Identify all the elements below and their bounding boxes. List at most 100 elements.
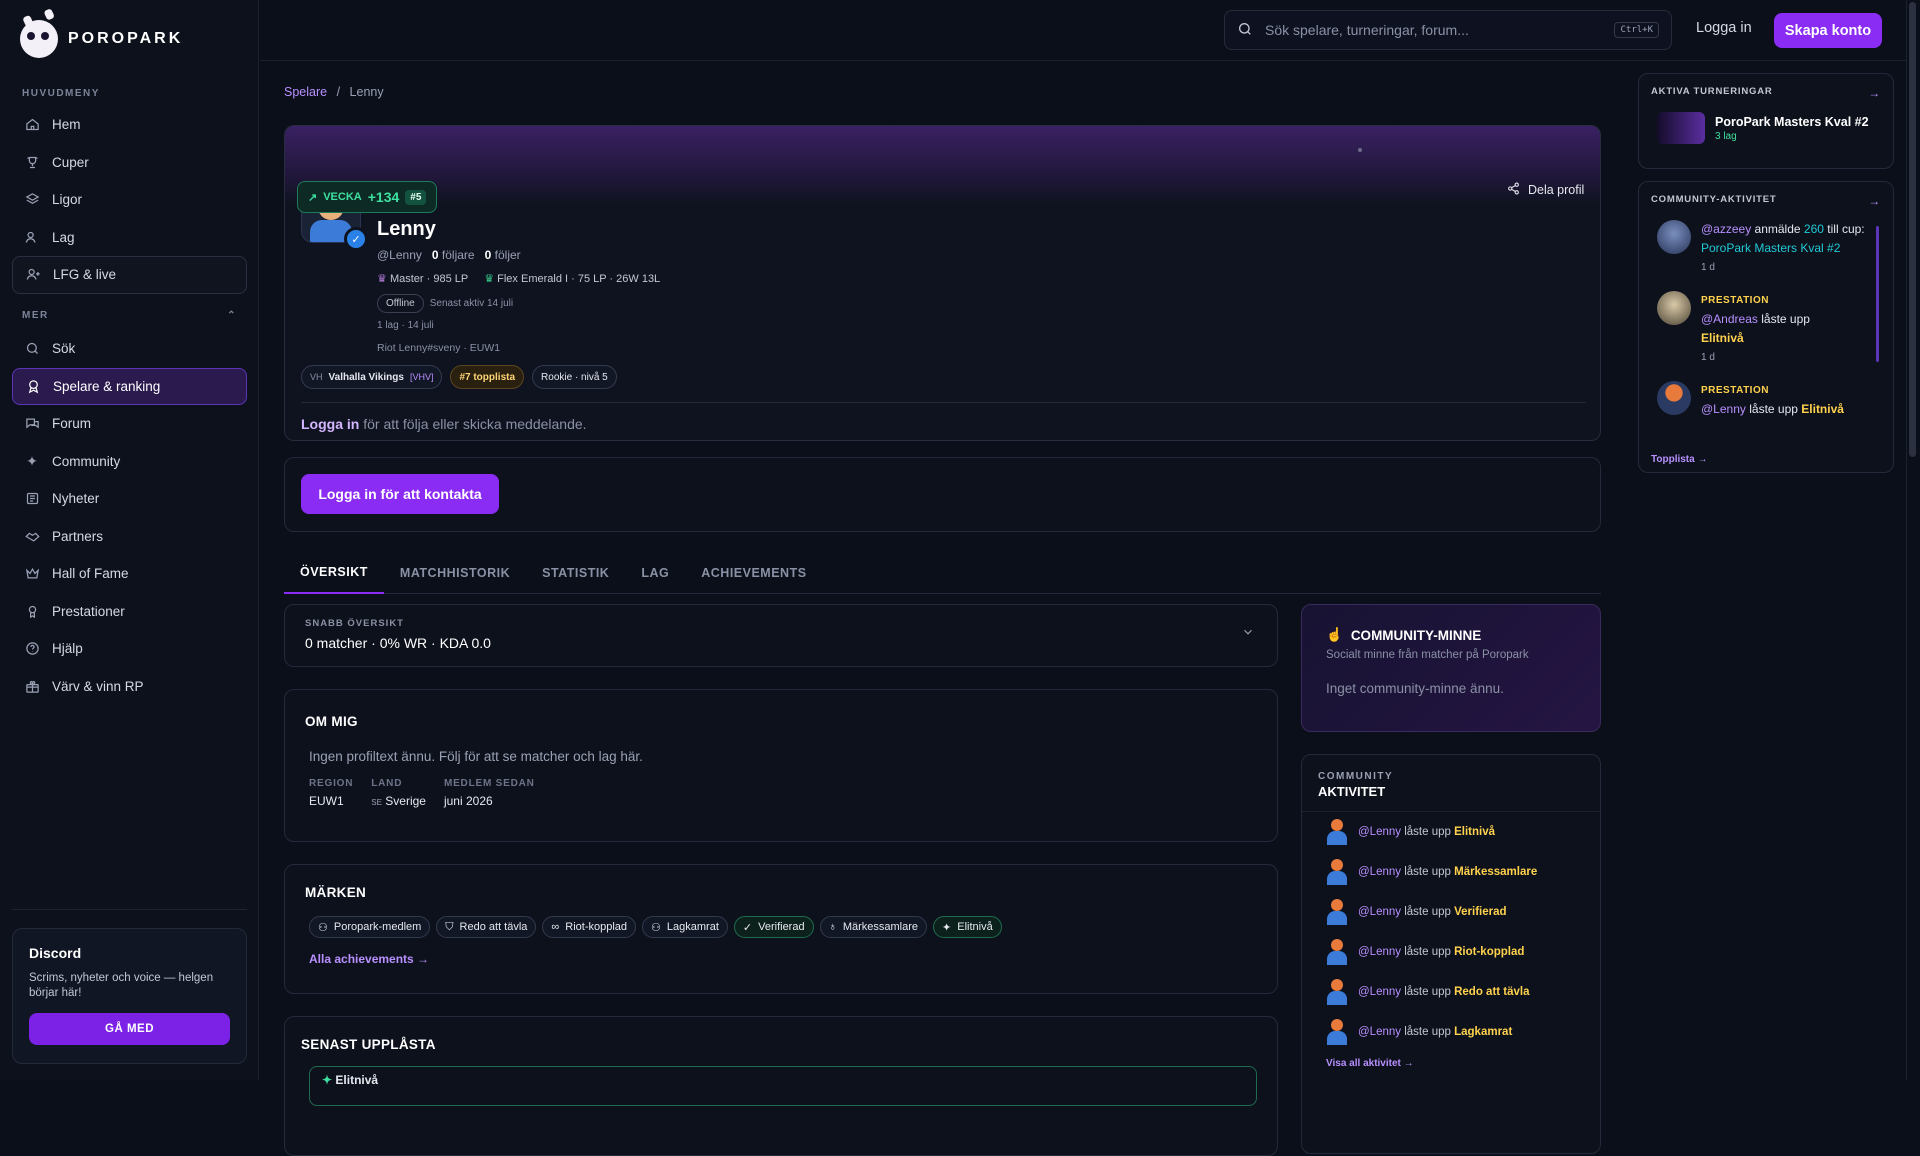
rank-row: ♛ Master · 985 LP ♛ Flex Emerald I · 75 … [377, 272, 660, 285]
teams-info: 1 lag · 14 juli [377, 320, 434, 331]
all-achievements-link[interactable]: Alla achievements → [309, 952, 429, 966]
login-link[interactable]: Logga in [1696, 20, 1752, 36]
login-to-contact-button[interactable]: Logga in för att kontakta [301, 474, 499, 514]
week-label: VECKA [323, 191, 362, 203]
sidebar-item-varv[interactable]: Värv & vinn RP [12, 668, 247, 706]
region-value: EUW1 [309, 794, 344, 808]
main-nav: Hem Cuper Ligor Lag LFG & live [12, 106, 247, 294]
about-card: OM MIG Ingen profiltext ännu. Följ för a… [284, 689, 1278, 842]
master-rank-icon: ♛ [377, 273, 387, 285]
more-section-toggle[interactable]: MER ⌃ [22, 310, 237, 321]
sidebar-item-cuper[interactable]: Cuper [12, 144, 247, 182]
quick-overview-value: 0 matcher · 0% WR · KDA 0.0 [305, 635, 491, 651]
community-activity-scrollbar[interactable] [1876, 226, 1879, 362]
sidebar-item-label: Värv & vinn RP [52, 678, 144, 694]
users-icon: ⚇ [651, 921, 661, 934]
list-item[interactable]: @Lenny låste upp Verifierad [1302, 892, 1600, 932]
recent-item[interactable]: ✦ Elitnivå [309, 1066, 1257, 1106]
list-item[interactable]: @Lenny låste upp Märkessamlare [1302, 852, 1600, 892]
create-account-button[interactable]: Skapa konto [1774, 13, 1882, 48]
tournament-item[interactable]: PoroPark Masters Kval #2 3 lag [1651, 112, 1881, 144]
sidebar-item-label: Spelare & ranking [53, 378, 161, 394]
sidebar-item-lfg[interactable]: LFG & live [12, 256, 247, 294]
activity-user[interactable]: @Andreas [1701, 312, 1758, 326]
trend-up-icon: ↗ [308, 191, 318, 204]
share-profile-button[interactable]: Dela profil [1507, 182, 1584, 198]
sidebar-item-lag[interactable]: Lag [12, 219, 247, 257]
arrow-right-icon[interactable]: → [1868, 194, 1881, 208]
activity-user[interactable]: @Lenny [1701, 402, 1746, 416]
activity-target: Redo att tävla [1454, 986, 1530, 998]
chevron-up-icon: ⌃ [227, 310, 237, 321]
see-all-activity-link[interactable]: Visa all aktivitet → [1302, 1052, 1600, 1075]
arrow-right-icon[interactable]: → [1868, 86, 1881, 100]
team-chip[interactable]: VH Valhalla Vikings [VHV] [301, 365, 443, 389]
quick-overview[interactable]: SNABB ÖVERSIKT 0 matcher · 0% WR · KDA 0… [284, 604, 1278, 667]
profile-divider [301, 402, 1586, 403]
following[interactable]: 0 följer [485, 248, 521, 262]
tab-achievements[interactable]: ACHIEVEMENTS [685, 551, 822, 594]
tab-oversikt[interactable]: ÖVERSIKT [284, 551, 384, 594]
activity-user[interactable]: @Lenny [1358, 906, 1401, 918]
week-points-badge: ↗ VECKA +134 #5 [297, 181, 438, 213]
list-item[interactable]: PRESTATION @Lenny låste upp Elitnivå [1651, 381, 1881, 419]
badge-item[interactable]: ⚇ Lagkamrat [642, 916, 728, 938]
activity-text: till cup: [1823, 222, 1865, 236]
user-plus-icon [25, 267, 41, 283]
list-item[interactable]: @Lenny låste upp Lagkamrat [1302, 1012, 1600, 1052]
badge-item[interactable]: ∞ Riot-kopplad [542, 916, 637, 938]
sidebar-item-hem[interactable]: Hem [12, 106, 247, 144]
sidebar-item-nyheter[interactable]: Nyheter [12, 480, 247, 518]
activity-user[interactable]: @azzeey [1701, 222, 1751, 236]
discord-join-button[interactable]: GÅ MED [29, 1013, 230, 1045]
list-item[interactable]: @Lenny låste upp Redo att tävla [1302, 972, 1600, 1012]
activity-verb: låste upp [1404, 826, 1451, 838]
followers[interactable]: 0 följare [432, 248, 475, 262]
sidebar-item-hjalp[interactable]: Hjälp [12, 630, 247, 668]
activity-user[interactable]: @Lenny [1358, 1026, 1401, 1038]
activity-text: anmälde [1751, 222, 1804, 236]
tab-matchhistorik[interactable]: MATCHHISTORIK [384, 551, 526, 594]
activity-user[interactable]: @Lenny [1358, 826, 1401, 838]
list-item[interactable]: @azzeey anmälde 260 till cup: PoroPark M… [1651, 220, 1881, 277]
list-item[interactable]: @Lenny låste upp Elitnivå [1302, 812, 1600, 852]
search-input[interactable]: Sök spelare, turneringar, forum... Ctrl+… [1224, 10, 1672, 50]
avatar [1657, 220, 1691, 254]
sidebar-item-label: Ligor [52, 192, 83, 208]
sidebar-item-partners[interactable]: Partners [12, 518, 247, 556]
sidebar-item-label: Cuper [52, 154, 89, 170]
list-item[interactable]: @Lenny låste upp Riot-kopplad [1302, 932, 1600, 972]
badge-item[interactable]: ✦ Elitnivå [933, 916, 1002, 938]
sidebar-item-spelare[interactable]: Spelare & ranking [12, 367, 247, 405]
tab-lag[interactable]: LAG [625, 551, 685, 594]
activity-user[interactable]: @Lenny [1358, 986, 1401, 998]
activity-target[interactable]: PoroPark Masters Kval #2 [1701, 241, 1840, 255]
chevron-down-icon [1241, 625, 1255, 642]
breadcrumb-parent[interactable]: Spelare [284, 85, 327, 99]
badge-item[interactable]: ♁ Märkessamlare [819, 916, 928, 938]
list-item[interactable]: PRESTATION @Andreas låste upp Elitnivå 1 d [1651, 291, 1881, 367]
sidebar-item-hall-of-fame[interactable]: Hall of Fame [12, 555, 247, 593]
scrollbar-thumb[interactable] [1909, 2, 1916, 457]
activity-user[interactable]: @Lenny [1358, 866, 1401, 878]
activity-user[interactable]: @Lenny [1358, 946, 1401, 958]
login-prompt-link[interactable]: Logga in [301, 416, 359, 432]
badge-item[interactable]: ⛉ Redo att tävla [436, 916, 537, 938]
discord-card: Discord Scrims, nyheter och voice — helg… [12, 928, 247, 1064]
sidebar-item-community[interactable]: ✦ Community [12, 443, 247, 481]
share-label: Dela profil [1528, 183, 1585, 197]
sidebar-item-ligor[interactable]: Ligor [12, 181, 247, 219]
community-memory-empty: Inget community-minne ännu. [1326, 681, 1504, 696]
toplist-link[interactable]: Topplista → [1651, 454, 1871, 465]
badge-item[interactable]: ⚇ Poropark-medlem [309, 916, 431, 938]
sidebar-item-prestationer[interactable]: Prestationer [12, 593, 247, 631]
activity-text: låste upp [1745, 402, 1802, 416]
search-shortcut: Ctrl+K [1614, 22, 1659, 38]
toplist-chip[interactable]: #7 topplista [450, 365, 525, 389]
sidebar-item-forum[interactable]: Forum [12, 405, 247, 443]
sidebar-item-sok[interactable]: Sök [12, 330, 247, 368]
logo[interactable]: POROPARK [20, 20, 183, 58]
tab-statistik[interactable]: STATISTIK [526, 551, 625, 594]
badge-item[interactable]: ✓ Verifierad [733, 916, 814, 938]
community-activity-label: COMMUNITY-AKTIVITET [1651, 194, 1777, 205]
